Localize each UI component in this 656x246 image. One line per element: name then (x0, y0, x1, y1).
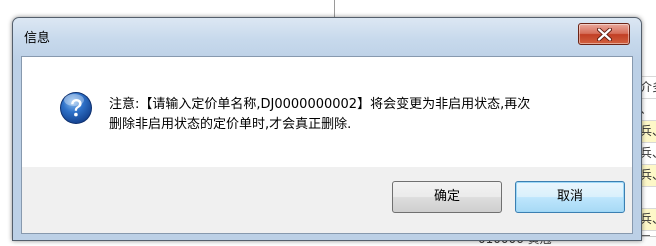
dialog-message: 注意:【请输入定价单名称,DJ0000000002】将会变更为非启用状态,再次 … (109, 95, 619, 135)
cancel-button[interactable]: 取消 (515, 181, 625, 213)
close-button[interactable] (578, 23, 630, 45)
title-bar[interactable]: 信息 (13, 18, 641, 56)
close-icon (597, 28, 612, 41)
dialog-body: 注意:【请输入定价单名称,DJ0000000002】将会变更为非启用状态,再次 … (21, 56, 633, 234)
question-icon (60, 92, 92, 124)
message-line: 删除非启用状态的定价单时,才会真正删除. (109, 117, 352, 132)
message-dialog: 信息 注意:【请输入定价单名称,DJ0000000002】将会变更为非启用状态,… (12, 17, 642, 241)
dialog-title: 信息 (24, 31, 51, 46)
message-line: 注意:【请输入定价单名称,DJ0000000002】将会变更为非启用状态,再次 (109, 97, 531, 112)
message-area: 注意:【请输入定价单名称,DJ0000000002】将会变更为非启用状态,再次 … (22, 57, 632, 167)
ok-button[interactable]: 确定 (392, 181, 502, 213)
